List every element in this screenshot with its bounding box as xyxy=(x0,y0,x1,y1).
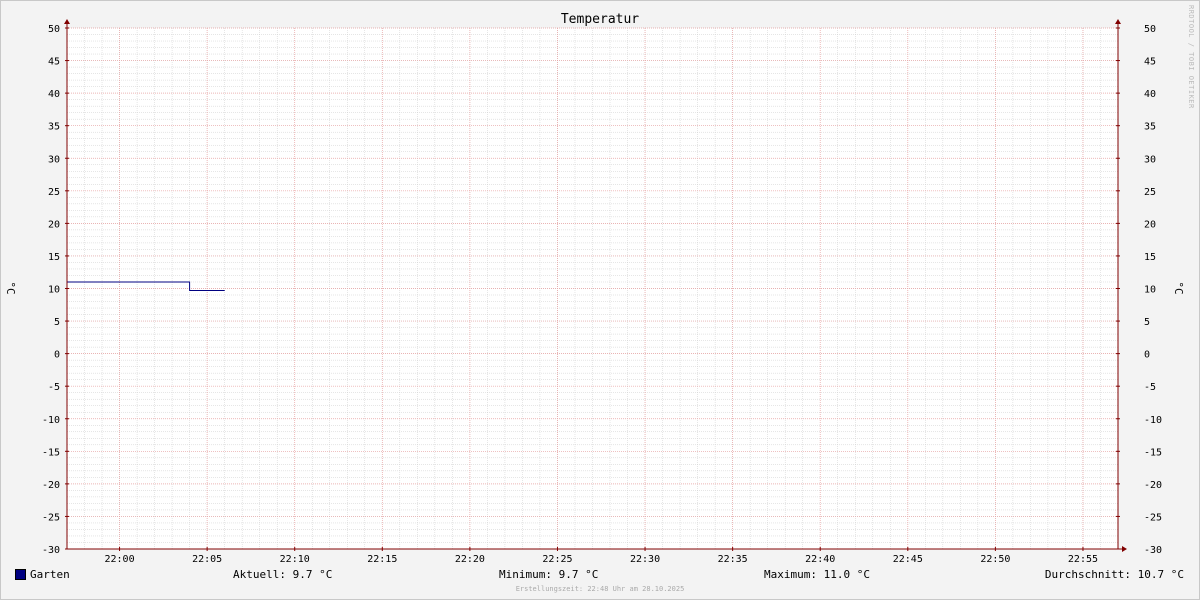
y-tick-label-left: 30 xyxy=(48,154,60,165)
y-tick-label-left: 40 xyxy=(48,89,60,100)
watermark: RRDTOOL / TOBI OETIKER xyxy=(1187,5,1195,109)
chart-title: Temperatur xyxy=(561,12,639,27)
y-tick-label-left: 10 xyxy=(48,285,60,296)
y-tick-label-right: 15 xyxy=(1144,252,1156,263)
x-tick-labels: 22:00 22:05 22:10 22:15 22:20 22:25 22:30 22:35… xyxy=(104,554,1098,565)
y-tick-label-left: 15 xyxy=(48,252,60,263)
y-axis-arrow-left xyxy=(64,19,70,24)
temperature-chart: 50454035302520151050-5-10-15-20-25-30 50… xyxy=(4,12,1185,565)
legend-row: Garten Aktuell: 9.7 °C Minimum: 9.7 °C M… xyxy=(0,568,1200,584)
y-tick-label-right: 50 xyxy=(1144,24,1156,35)
y-tick-label-right: 25 xyxy=(1144,187,1156,198)
y-tick-label-right: 30 xyxy=(1144,154,1156,165)
y-tick-label-left: -25 xyxy=(42,512,60,523)
y-tick-label-right: 20 xyxy=(1144,219,1156,230)
y-tick-label-left: 35 xyxy=(48,122,60,133)
legend-swatch-garten xyxy=(15,569,26,580)
y-tick-label-right: -10 xyxy=(1144,415,1162,426)
y-tick-label-right: 40 xyxy=(1144,89,1156,100)
y-tick-label-right: -25 xyxy=(1144,512,1162,523)
stat-minimum: Minimum: 9.7 °C xyxy=(499,568,599,581)
stat-durchschnitt: Durchschnitt: 10.7 °C xyxy=(1044,568,1184,581)
stat-maximum: Maximum: 11.0 °C xyxy=(764,568,870,581)
x-tick-label: 22:50 xyxy=(980,554,1010,565)
y-tick-label-right: -30 xyxy=(1144,545,1162,556)
y-tick-label-left: -30 xyxy=(42,545,60,556)
x-tick-label: 22:20 xyxy=(455,554,485,565)
y-tick-label-left: -10 xyxy=(42,415,60,426)
x-tick-label: 22:30 xyxy=(630,554,660,565)
y-tick-label-right: 0 xyxy=(1144,350,1150,361)
y-tick-labels-right: 50454035302520151050-5-10-15-20-25-30 xyxy=(1144,24,1162,556)
y-tick-label-left: 45 xyxy=(48,57,60,68)
x-tick-label: 22:15 xyxy=(367,554,397,565)
y-tick-label-left: 0 xyxy=(54,350,60,361)
y-tick-label-right: 45 xyxy=(1144,57,1156,68)
y-tick-label-left: -20 xyxy=(42,480,60,491)
x-tick-label: 22:25 xyxy=(542,554,572,565)
y-tick-label-left: 5 xyxy=(54,317,60,328)
stat-aktuell: Aktuell: 9.7 °C xyxy=(233,568,333,581)
x-tick-label: 22:55 xyxy=(1068,554,1098,565)
y-tick-label-right: 10 xyxy=(1144,285,1156,296)
y-tick-labels-left: 50454035302520151050-5-10-15-20-25-30 xyxy=(42,24,60,556)
x-tick-label: 22:05 xyxy=(192,554,222,565)
y-tick-label-right: 5 xyxy=(1144,317,1150,328)
y-tick-label-left: -15 xyxy=(42,447,60,458)
y-tick-label-right: -5 xyxy=(1144,382,1156,393)
creation-time-footer: Erstellungszeit: 22:48 Uhr am 28.10.2025 xyxy=(515,585,685,593)
x-tick-label: 22:10 xyxy=(280,554,310,565)
x-tick-label: 22:45 xyxy=(893,554,923,565)
x-axis-arrow xyxy=(1122,546,1127,552)
legend-label-garten: Garten xyxy=(30,568,70,581)
y-axis-arrow-right xyxy=(1115,19,1121,24)
y-axis-label-left: °C xyxy=(4,281,17,294)
y-tick-label-left: 20 xyxy=(48,219,60,230)
x-tick-label: 22:00 xyxy=(104,554,134,565)
grid-minor xyxy=(66,27,1119,550)
x-tick-label: 22:35 xyxy=(718,554,748,565)
y-tick-label-left: -5 xyxy=(48,382,60,393)
y-tick-label-right: -20 xyxy=(1144,480,1162,491)
y-tick-label-left: 50 xyxy=(48,24,60,35)
y-axis-label-right: °C xyxy=(1172,281,1185,294)
y-tick-label-left: 25 xyxy=(48,187,60,198)
y-tick-label-right: 35 xyxy=(1144,122,1156,133)
x-tick-label: 22:40 xyxy=(805,554,835,565)
y-tick-label-right: -15 xyxy=(1144,447,1162,458)
